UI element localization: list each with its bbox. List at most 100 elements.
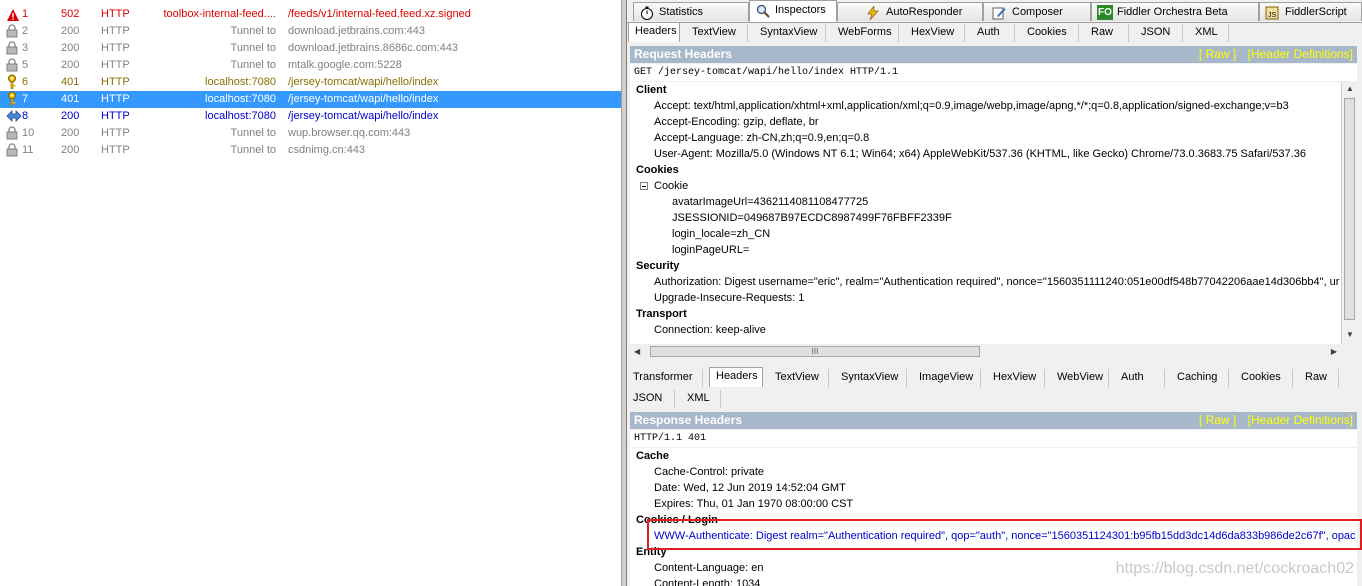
sessions-list[interactable]: 1 502 HTTP toolbox-internal-feed.... /fe…: [0, 0, 621, 586]
tab-fiddler-orchestra[interactable]: FO Fiddler Orchestra Beta: [1091, 2, 1259, 21]
scroll-down-icon[interactable]: ▼: [1346, 330, 1354, 339]
request-line: GET /jersey-tomcat/wapi/hello/index HTTP…: [630, 64, 1357, 81]
response-tab-hexview[interactable]: HexView: [987, 369, 1045, 387]
response-tab-xml[interactable]: XML: [681, 390, 721, 408]
session-row[interactable]: 11 200 HTTP Tunnel to csdnimg.cn:443: [0, 142, 621, 159]
response-tab-json[interactable]: JSON: [627, 390, 675, 408]
request-tab-headers[interactable]: Headers: [628, 22, 680, 42]
header-content-language[interactable]: Content-Language: en: [654, 560, 763, 576]
request-horizontal-scrollbar[interactable]: ◀ III ▶: [630, 344, 1357, 360]
header-user-agent[interactable]: User-Agent: Mozilla/5.0 (Windows NT 6.1;…: [654, 146, 1306, 162]
request-tab-auth[interactable]: Auth: [971, 24, 1015, 42]
header-expires[interactable]: Expires: Thu, 01 Jan 1970 08:00:00 CST: [654, 496, 853, 512]
request-headers-tree[interactable]: Client Accept: text/html,application/xht…: [630, 82, 1341, 344]
session-protocol: HTTP: [101, 144, 130, 156]
scroll-up-icon[interactable]: ▲: [1346, 84, 1354, 93]
request-tab-raw[interactable]: Raw: [1085, 24, 1129, 42]
response-header-definitions-link[interactable]: [Header Definitions]: [1248, 413, 1353, 427]
session-result: 200: [61, 25, 80, 37]
response-tab-auth[interactable]: Auth: [1115, 369, 1165, 387]
header-authorization[interactable]: Authorization: Digest username="eric", r…: [654, 274, 1339, 290]
response-tab-transformer[interactable]: Transformer: [627, 369, 703, 387]
tab-composer[interactable]: Composer: [983, 2, 1091, 21]
response-tab-headers[interactable]: Headers: [709, 367, 763, 387]
tab-statistics[interactable]: Statistics: [633, 2, 749, 21]
session-row[interactable]: 5 200 HTTP Tunnel to mtalk.google.com:52…: [0, 57, 621, 74]
header-content-length[interactable]: Content-Length: 1034: [654, 576, 760, 586]
watermark: https://blog.csdn.net/cockroach02: [1115, 560, 1354, 577]
request-tab-webforms[interactable]: WebForms: [832, 24, 899, 42]
request-headers-bar: Request Headers [ Raw ] [Header Definiti…: [630, 46, 1357, 63]
response-tab-webview[interactable]: WebView: [1051, 369, 1109, 387]
session-row[interactable]: 2 200 HTTP Tunnel to download.jetbrains.…: [0, 23, 621, 40]
header-upgrade-insecure[interactable]: Upgrade-Insecure-Requests: 1: [654, 290, 804, 306]
request-raw-link[interactable]: [ Raw ]: [1199, 47, 1236, 61]
request-tab-syntaxview[interactable]: SyntaxView: [754, 24, 826, 42]
header-accept-encoding[interactable]: Accept-Encoding: gzip, deflate, br: [654, 114, 818, 130]
key-icon: [6, 74, 20, 91]
cookie-value[interactable]: loginPageURL=: [672, 242, 749, 258]
highlight-box: [647, 519, 1362, 550]
header-cache-control[interactable]: Cache-Control: private: [654, 464, 764, 480]
response-tab-syntaxview[interactable]: SyntaxView: [835, 369, 907, 387]
error-triangle-icon: [6, 6, 20, 23]
group-security: Security: [636, 260, 680, 272]
scroll-left-icon[interactable]: ◀: [634, 347, 640, 356]
inspector-pane: Statistics Inspectors AutoResponder Comp…: [627, 0, 1362, 586]
session-result: 401: [61, 93, 80, 105]
response-headers-bar: Response Headers [ Raw ] [Header Definit…: [630, 412, 1357, 429]
request-tab-json[interactable]: JSON: [1135, 24, 1183, 42]
session-number: 2: [22, 25, 29, 37]
request-vertical-scrollbar[interactable]: ▲ ▼: [1341, 82, 1358, 344]
scrollbar-thumb[interactable]: [1344, 98, 1355, 320]
tab-label: Composer: [1012, 6, 1063, 18]
session-row[interactable]: 3 200 HTTP Tunnel to download.jetbrains.…: [0, 40, 621, 57]
session-result: 401: [61, 76, 80, 88]
response-tab-cookies[interactable]: Cookies: [1235, 369, 1293, 387]
session-url: /jersey-tomcat/wapi/hello/index: [288, 76, 439, 88]
session-url: csdnimg.cn:443: [288, 144, 366, 156]
session-number: 10: [22, 127, 35, 139]
response-tab-raw[interactable]: Raw: [1299, 369, 1339, 387]
session-host: Tunnel to: [230, 42, 276, 54]
session-row[interactable]: 8 200 HTTP localhost:7080 /jersey-tomcat…: [0, 108, 621, 125]
tab-inspectors[interactable]: Inspectors: [749, 0, 837, 22]
session-protocol: HTTP: [101, 110, 130, 122]
request-tab-textview[interactable]: TextView: [686, 24, 748, 42]
response-tab-imageview[interactable]: ImageView: [913, 369, 981, 387]
request-tab-hexview[interactable]: HexView: [905, 24, 965, 42]
scrollbar-thumb[interactable]: III: [650, 346, 980, 357]
request-tab-strip: Headers TextView SyntaxView WebForms Hex…: [627, 22, 1362, 42]
request-tab-cookies[interactable]: Cookies: [1021, 24, 1079, 42]
header-date[interactable]: Date: Wed, 12 Jun 2019 14:52:04 GMT: [654, 480, 846, 496]
cookie-value[interactable]: avatarImageUrl=4362114081108477725: [672, 194, 868, 210]
tab-label: Statistics: [659, 6, 704, 18]
header-connection[interactable]: Connection: keep-alive: [654, 322, 766, 338]
cookie-value[interactable]: login_locale=zh_CN: [672, 226, 770, 242]
session-host: Tunnel to: [230, 127, 276, 139]
response-tab-caching[interactable]: Caching: [1171, 369, 1229, 387]
collapse-icon[interactable]: [640, 182, 648, 190]
session-protocol: HTTP: [101, 76, 130, 88]
session-host: localhost:7080: [205, 110, 276, 122]
session-url: wup.browser.qq.com:443: [288, 127, 411, 139]
session-row[interactable]: 6 401 HTTP localhost:7080 /jersey-tomcat…: [0, 74, 621, 91]
scroll-right-icon[interactable]: ▶: [1331, 347, 1337, 356]
session-number: 5: [22, 59, 29, 71]
cookie-value[interactable]: JSESSIONID=049687B97ECDC8987499F76FBFF23…: [672, 210, 952, 226]
session-protocol: HTTP: [101, 93, 130, 105]
group-cookies: Cookies: [636, 164, 679, 176]
tab-fiddlerscript[interactable]: JS FiddlerScript: [1259, 2, 1362, 21]
header-accept-language[interactable]: Accept-Language: zh-CN,zh;q=0.9,en;q=0.8: [654, 130, 869, 146]
session-row-selected[interactable]: 7 401 HTTP localhost:7080 /jersey-tomcat…: [0, 91, 621, 108]
response-raw-link[interactable]: [ Raw ]: [1199, 413, 1236, 427]
tab-autoresponder[interactable]: AutoResponder: [837, 2, 983, 21]
session-row[interactable]: 10 200 HTTP Tunnel to wup.browser.qq.com…: [0, 125, 621, 142]
response-tab-textview[interactable]: TextView: [769, 369, 829, 387]
session-row[interactable]: 1 502 HTTP toolbox-internal-feed.... /fe…: [0, 6, 621, 23]
request-tab-xml[interactable]: XML: [1189, 24, 1229, 42]
header-accept[interactable]: Accept: text/html,application/xhtml+xml,…: [654, 98, 1289, 114]
request-header-definitions-link[interactable]: [Header Definitions]: [1248, 47, 1353, 61]
arrows-icon: [6, 108, 22, 125]
cookie-node[interactable]: Cookie: [654, 178, 688, 194]
